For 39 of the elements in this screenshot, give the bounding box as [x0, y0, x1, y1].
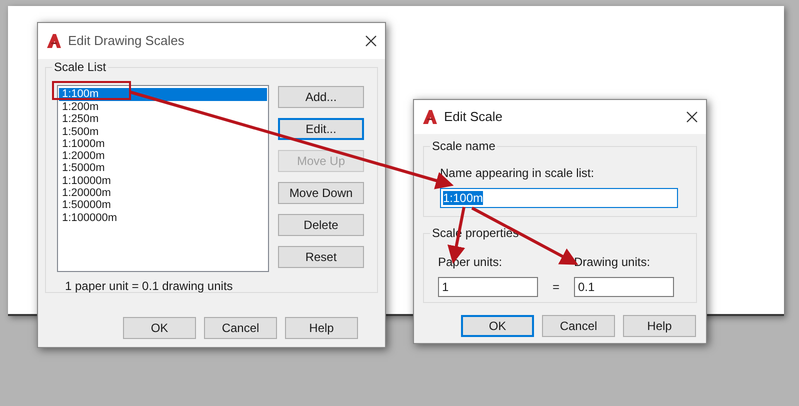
list-item[interactable]: 1:5000m: [59, 162, 267, 175]
dialog-button[interactable]: Cancel: [542, 315, 615, 337]
window-title: Edit Drawing Scales: [68, 32, 186, 50]
dialog-button[interactable]: Cancel: [204, 317, 277, 339]
list-item[interactable]: 1:500m: [59, 126, 267, 138]
dialog-button[interactable]: OK: [123, 317, 196, 339]
dialog-button[interactable]: Help: [285, 317, 358, 339]
list-item[interactable]: 1:50000m: [59, 199, 267, 212]
dialog-button[interactable]: Help: [623, 315, 696, 337]
equals-sign: =: [551, 279, 560, 296]
close-icon[interactable]: [365, 35, 377, 47]
list-item[interactable]: 1:10000m: [59, 174, 267, 188]
info-text: 1 paper unit = 0.1 drawing units: [64, 278, 234, 295]
dialog-button[interactable]: Reset: [278, 246, 364, 268]
drawing-units-field[interactable]: 0.1: [574, 277, 674, 297]
group-label: Scale List: [52, 60, 108, 74]
list-item[interactable]: 1:2000m: [59, 150, 267, 162]
logo-icon: [46, 33, 62, 49]
group-label: Scale name: [430, 139, 498, 153]
dialog-button[interactable]: Move Down: [278, 182, 364, 204]
field-label: Paper units:: [438, 254, 504, 271]
field-label: Drawing units:: [574, 254, 652, 271]
list-item[interactable]: 1:1000m: [59, 138, 267, 150]
name-field[interactable]: 1:100m: [440, 188, 678, 208]
dialog-button[interactable]: Delete: [278, 214, 364, 236]
paper-units-field[interactable]: 1: [438, 277, 538, 297]
window-title: Edit Scale: [444, 108, 504, 126]
field-label: Name appearing in scale list:: [440, 165, 596, 182]
list-item[interactable]: 1:200m: [59, 101, 267, 114]
list-item[interactable]: 1:100m: [59, 88, 267, 101]
list-item[interactable]: 1:100000m: [59, 212, 267, 224]
logo-icon: [422, 109, 438, 125]
dialog-button[interactable]: Edit...: [278, 118, 364, 140]
dialog-button[interactable]: Add...: [278, 86, 364, 108]
list-item[interactable]: 1:20000m: [59, 187, 267, 200]
list-item[interactable]: 1:250m: [59, 113, 267, 126]
dialog-button[interactable]: OK: [461, 315, 534, 337]
close-icon[interactable]: [686, 111, 698, 123]
selected-text: 1:100m: [443, 191, 484, 205]
